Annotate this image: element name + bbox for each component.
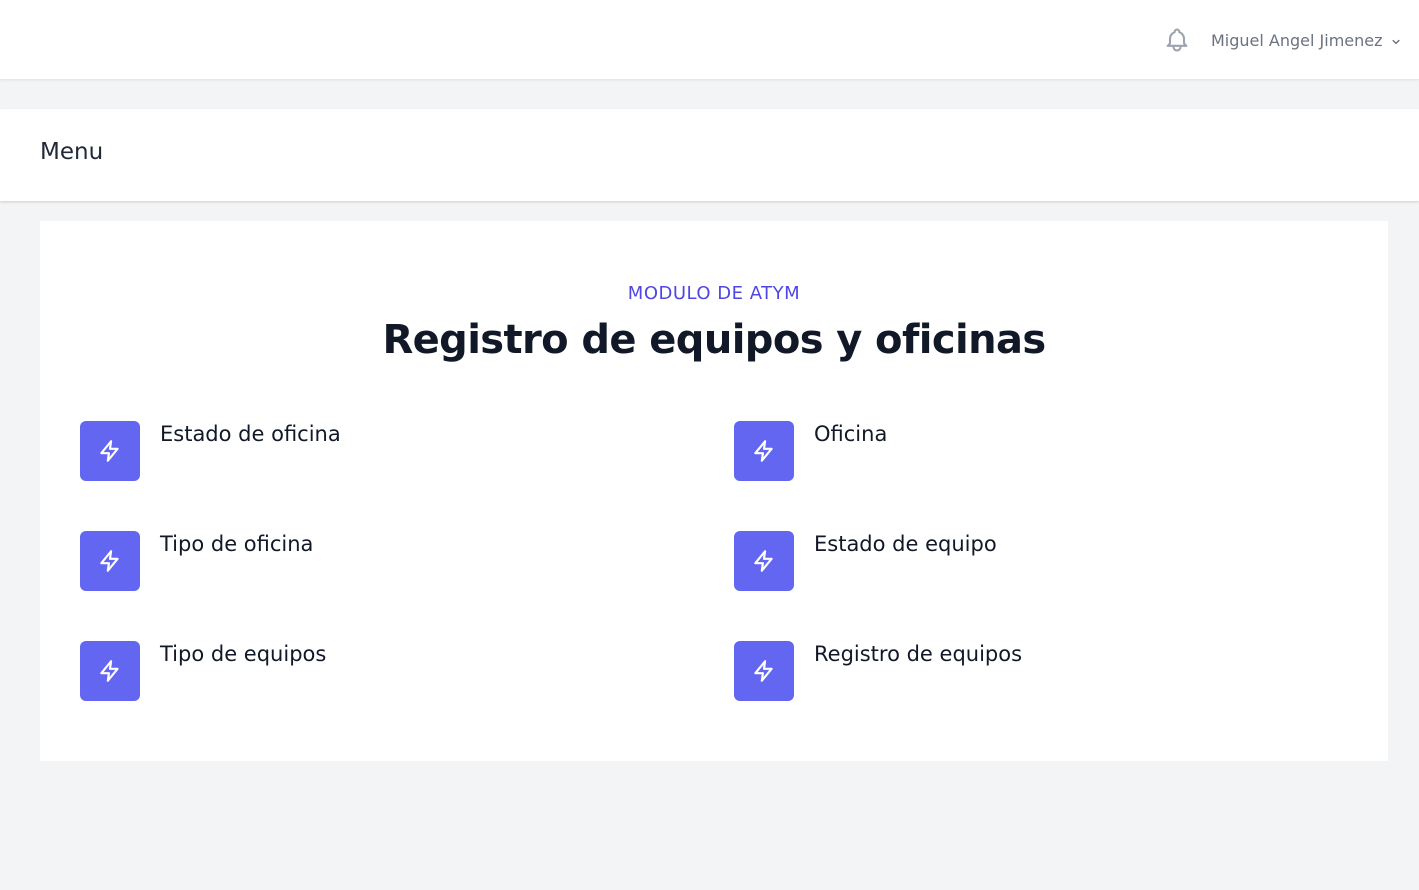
feature-estado-de-oficina[interactable]: Estado de oficina (80, 421, 680, 481)
feature-estado-de-equipo[interactable]: Estado de equipo (734, 531, 1334, 591)
feature-label: Estado de oficina (160, 422, 341, 446)
feature-registro-de-equipos[interactable]: Registro de equipos (734, 641, 1334, 701)
chevron-down-icon (1389, 34, 1403, 48)
lightning-bolt-icon (734, 641, 794, 701)
user-name: Miguel Angel Jimenez (1211, 30, 1383, 50)
feature-oficina[interactable]: Oficina (734, 421, 1334, 481)
feature-tipo-de-oficina[interactable]: Tipo de oficina (80, 531, 680, 591)
lightning-bolt-icon (80, 531, 140, 591)
lightning-bolt-icon (80, 421, 140, 481)
lightning-bolt-icon (80, 641, 140, 701)
lightning-bolt-icon (734, 531, 794, 591)
feature-label: Tipo de equipos (160, 642, 327, 666)
module-card: MODULO DE ATYM Registro de equipos y ofi… (40, 221, 1388, 761)
feature-tipo-de-equipos[interactable]: Tipo de equipos (80, 641, 680, 701)
lightning-bolt-icon (734, 421, 794, 481)
user-menu-button[interactable]: Miguel Angel Jimenez (1211, 28, 1403, 52)
feature-label: Oficina (814, 422, 888, 446)
feature-label: Estado de equipo (814, 532, 997, 556)
top-navbar: Miguel Angel Jimenez (0, 0, 1419, 80)
module-title: Registro de equipos y oficinas (382, 317, 1046, 363)
feature-label: Tipo de oficina (160, 532, 314, 556)
bell-icon[interactable] (1163, 26, 1191, 54)
page-header: Menu (0, 109, 1419, 201)
page-title: Menu (40, 139, 104, 165)
feature-label: Registro de equipos (814, 642, 1023, 666)
module-eyebrow: MODULO DE ATYM (627, 283, 801, 304)
